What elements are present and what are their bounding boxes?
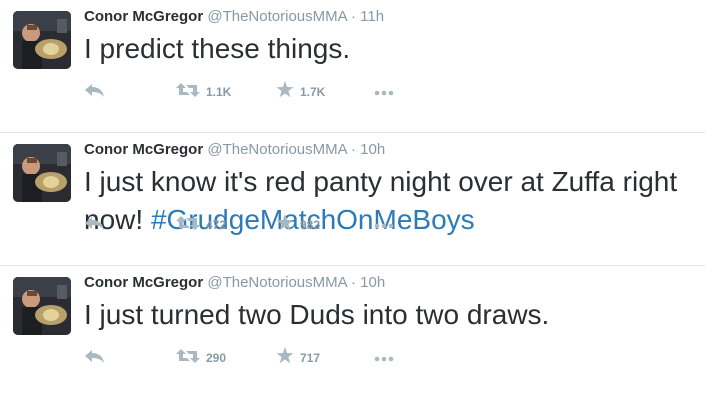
avatar[interactable] (13, 144, 71, 202)
retweet-count: 1.1K (206, 85, 232, 99)
favorite-button[interactable]: 1.7K (276, 80, 325, 104)
more-options-button[interactable] (374, 346, 394, 370)
tweet-header: Conor McGregor @TheNotoriousMMA · 11h (84, 7, 384, 27)
retweet-count: 472 (206, 218, 227, 232)
tweet-header: Conor McGregor @TheNotoriousMMA · 10h (84, 273, 385, 293)
favorite-button[interactable]: 982 (276, 213, 320, 237)
more-dots-icon (374, 349, 394, 367)
author-name[interactable]: Conor McGregor (84, 8, 203, 25)
tweet-card[interactable]: Conor McGregor @TheNotoriousMMA · 11h I … (0, 0, 705, 133)
star-icon (276, 81, 294, 103)
separator-dot: · (350, 8, 356, 25)
tweet-body: I just turned two Duds into two draws. (84, 299, 550, 330)
separator-dot: · (350, 274, 356, 291)
tweet-timeline: Conor McGregor @TheNotoriousMMA · 11h I … (0, 0, 705, 399)
tweet-timestamp[interactable]: 11h (360, 8, 384, 25)
more-options-button[interactable] (374, 80, 394, 104)
more-dots-icon (374, 83, 394, 101)
retweet-count: 290 (206, 351, 227, 365)
author-handle[interactable]: @TheNotoriousMMA (207, 8, 346, 25)
tweet-body: I predict these things. (84, 33, 351, 64)
retweet-button[interactable]: 290 (176, 346, 226, 370)
tweet-actions: 472 982 (84, 213, 424, 237)
tweet-text: I just turned two Duds into two draws. (84, 296, 697, 334)
tweet-card[interactable]: Conor McGregor @TheNotoriousMMA · 10h I … (0, 266, 705, 399)
retweet-button[interactable]: 472 (176, 213, 226, 237)
reply-button[interactable] (84, 80, 106, 104)
author-handle[interactable]: @TheNotoriousMMA (207, 141, 346, 158)
author-handle[interactable]: @TheNotoriousMMA (207, 274, 346, 291)
tweet-header: Conor McGregor @TheNotoriousMMA · 10h (84, 140, 385, 160)
reply-button[interactable] (84, 213, 106, 237)
favorite-count: 1.7K (300, 85, 326, 99)
favorite-button[interactable]: 717 (276, 346, 320, 370)
avatar[interactable] (13, 11, 71, 69)
retweet-button[interactable]: 1.1K (176, 80, 231, 104)
tweet-text: I predict these things. (84, 30, 697, 68)
favorite-count: 982 (300, 218, 321, 232)
author-name[interactable]: Conor McGregor (84, 274, 203, 291)
tweet-actions: 1.1K 1.7K (84, 80, 424, 104)
retweet-icon (176, 348, 200, 369)
reply-arrow-icon (84, 215, 106, 236)
favorite-count: 717 (300, 351, 321, 365)
reply-arrow-icon (84, 82, 106, 103)
retweet-icon (176, 215, 200, 236)
reply-button[interactable] (84, 346, 106, 370)
star-icon (276, 347, 294, 369)
more-options-button[interactable] (374, 213, 394, 237)
separator-dot: · (350, 141, 356, 158)
tweet-timestamp[interactable]: 10h (360, 141, 385, 158)
reply-arrow-icon (84, 348, 106, 369)
tweet-actions: 290 717 (84, 346, 424, 370)
tweet-card[interactable]: Conor McGregor @TheNotoriousMMA · 10h I … (0, 133, 705, 266)
tweet-timestamp[interactable]: 10h (360, 274, 385, 291)
star-icon (276, 214, 294, 236)
avatar[interactable] (13, 277, 71, 335)
author-name[interactable]: Conor McGregor (84, 141, 203, 158)
retweet-icon (176, 82, 200, 103)
more-dots-icon (374, 216, 394, 234)
